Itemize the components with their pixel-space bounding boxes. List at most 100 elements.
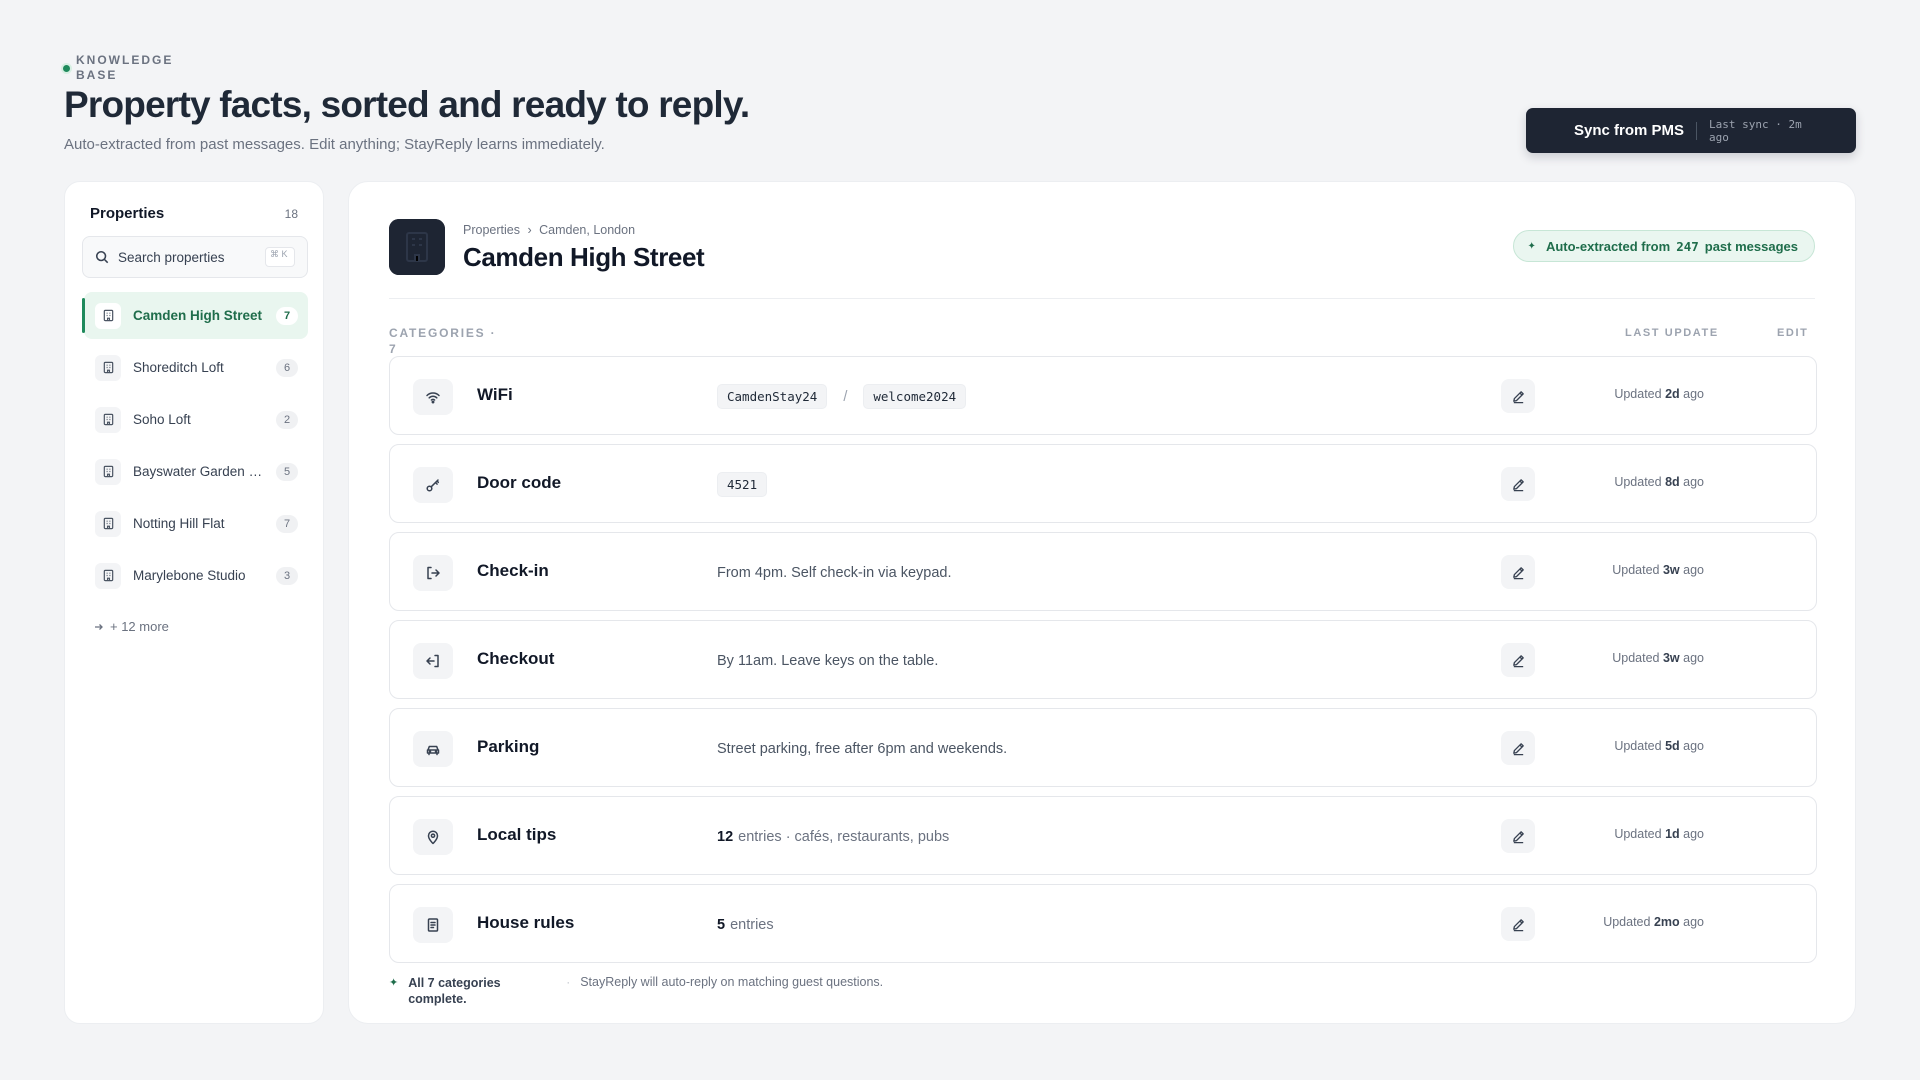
category-name: Check-in bbox=[477, 561, 549, 580]
category-name: Checkout bbox=[477, 649, 555, 668]
door-code-chip[interactable]: 4521 bbox=[717, 472, 768, 497]
property-name: Soho Loft bbox=[133, 412, 191, 427]
category-name: WiFi bbox=[477, 385, 513, 404]
updated-age: 3w bbox=[1662, 563, 1680, 577]
category-value: CamdenStay24 / welcome2024 bbox=[717, 357, 967, 436]
entries-count: 12 bbox=[717, 828, 734, 845]
last-updated: Updated 3w ago bbox=[1612, 651, 1704, 665]
property-title: Camden High Street bbox=[463, 242, 705, 272]
sidebar-item-notting-hill-flat[interactable]: Notting Hill Flat 7 bbox=[84, 500, 308, 547]
property-list: Camden High Street 7 Shoreditch Loft 6 S… bbox=[82, 292, 308, 604]
edit-button[interactable] bbox=[1501, 907, 1535, 941]
pencil-icon bbox=[1512, 566, 1524, 579]
sidebar-item-camden-high-street[interactable]: Camden High Street 7 bbox=[82, 292, 308, 339]
key-icon bbox=[413, 467, 453, 503]
page-subtitle: Auto-extracted from past messages. Edit … bbox=[64, 136, 605, 153]
building-icon bbox=[95, 562, 121, 589]
properties-sidebar: Properties 18 Search properties ⌘ K Camd… bbox=[64, 181, 324, 1024]
updated-age: 2d bbox=[1665, 387, 1680, 401]
property-name: Shoreditch Loft bbox=[133, 360, 224, 375]
updated-age: 1d bbox=[1665, 827, 1680, 841]
last-updated: Updated 8d ago bbox=[1614, 475, 1704, 489]
category-row-door-code[interactable]: Door code 4521 Updated 8d ago bbox=[389, 444, 1817, 523]
categories-heading: CATEGORIES · 7 bbox=[389, 326, 497, 356]
entries-summary: entries · cafés, restaurants, pubs bbox=[738, 828, 950, 845]
building-icon bbox=[95, 510, 121, 537]
property-name: Notting Hill Flat bbox=[133, 516, 225, 531]
sidebar-header: Properties 18 bbox=[90, 205, 298, 222]
show-more-properties-link[interactable]: + 12 more bbox=[94, 619, 169, 634]
sync-from-pms-button[interactable]: Sync from PMS Last sync · 2m ago bbox=[1526, 108, 1856, 153]
search-icon bbox=[95, 250, 109, 264]
log-in-icon bbox=[413, 555, 453, 591]
edit-button[interactable] bbox=[1501, 467, 1535, 501]
sidebar-item-shoreditch-loft[interactable]: Shoreditch Loft 6 bbox=[84, 344, 308, 391]
category-value: From 4pm. Self check-in via keypad. bbox=[717, 564, 952, 581]
building-icon bbox=[95, 354, 121, 381]
category-value: Street parking, free after 6pm and weeke… bbox=[717, 740, 1008, 757]
pencil-icon bbox=[1512, 830, 1524, 843]
wifi-icon bbox=[413, 379, 453, 415]
separator: / bbox=[843, 388, 848, 405]
search-placeholder: Search properties bbox=[118, 249, 225, 265]
breadcrumb-separator: › bbox=[527, 223, 532, 237]
pencil-icon bbox=[1512, 742, 1524, 755]
category-value: 5 entries bbox=[717, 885, 774, 964]
building-icon bbox=[95, 302, 121, 329]
wifi-network-chip[interactable]: CamdenStay24 bbox=[717, 384, 828, 409]
search-input[interactable]: Search properties ⌘ K bbox=[82, 236, 308, 278]
last-sync-text: Last sync · 2m ago bbox=[1709, 117, 1802, 144]
edit-button[interactable] bbox=[1501, 555, 1535, 589]
edit-button[interactable] bbox=[1501, 643, 1535, 677]
category-row-parking[interactable]: Parking Street parking, free after 6pm a… bbox=[389, 708, 1817, 787]
edit-button[interactable] bbox=[1501, 379, 1535, 413]
log-out-icon bbox=[413, 643, 453, 679]
updated-age: 2mo bbox=[1653, 915, 1680, 929]
breadcrumb-leaf: Camden, London bbox=[539, 223, 636, 237]
property-count-badge: 2 bbox=[276, 410, 298, 429]
breadcrumb-root[interactable]: Properties bbox=[463, 223, 520, 237]
category-name: House rules bbox=[477, 913, 575, 932]
category-row-checkout[interactable]: Checkout By 11am. Leave keys on the tabl… bbox=[389, 620, 1817, 699]
sidebar-item-marylebone-studio[interactable]: Marylebone Studio 3 bbox=[84, 552, 308, 599]
sidebar-title: Properties bbox=[90, 205, 165, 222]
updated-age: 3w bbox=[1662, 651, 1680, 665]
property-name: Bayswater Garden Flat bbox=[133, 464, 268, 479]
entries-count: 5 bbox=[717, 916, 726, 933]
property-avatar bbox=[389, 219, 445, 275]
property-detail-panel: Properties › Camden, London Camden High … bbox=[348, 181, 1856, 1024]
pencil-icon bbox=[1512, 654, 1524, 667]
completion-footer: ✦ All 7 categories complete. · StayReply… bbox=[389, 975, 883, 1007]
pencil-icon bbox=[1512, 390, 1524, 403]
category-value: 12 entries · cafés, restaurants, pubs bbox=[717, 797, 949, 876]
divider bbox=[389, 298, 1815, 299]
search-shortcut-hint: ⌘ K bbox=[265, 247, 295, 267]
pencil-icon bbox=[1512, 478, 1524, 491]
eyebrow: KNOWLEDGE BASE bbox=[63, 53, 176, 83]
breadcrumb: Properties › Camden, London bbox=[463, 223, 635, 237]
column-header-edit: EDIT bbox=[1777, 327, 1809, 339]
map-pin-icon bbox=[413, 819, 453, 855]
edit-button[interactable] bbox=[1501, 731, 1535, 765]
category-row-check-in[interactable]: Check-in From 4pm. Self check-in via key… bbox=[389, 532, 1817, 611]
last-updated: Updated 5d ago bbox=[1614, 739, 1704, 753]
category-row-wifi[interactable]: WiFi CamdenStay24 / welcome2024 Updated … bbox=[389, 356, 1817, 435]
entries-summary: entries bbox=[730, 916, 774, 933]
wifi-password-chip[interactable]: welcome2024 bbox=[863, 384, 967, 409]
updated-age: 5d bbox=[1665, 739, 1680, 753]
categories-list: WiFi CamdenStay24 / welcome2024 Updated … bbox=[389, 356, 1817, 972]
category-row-local-tips[interactable]: Local tips 12 entries · cafés, restauran… bbox=[389, 796, 1817, 875]
status-dot bbox=[63, 65, 70, 72]
eyebrow-label: KNOWLEDGE BASE bbox=[76, 53, 174, 82]
category-row-house-rules[interactable]: House rules 5 entries Updated 2mo ago bbox=[389, 884, 1817, 963]
page-title: Property facts, sorted and ready to repl… bbox=[64, 84, 750, 125]
separator: · bbox=[566, 975, 571, 989]
sidebar-item-soho-loft[interactable]: Soho Loft 2 bbox=[84, 396, 308, 443]
property-count-badge: 7 bbox=[276, 306, 298, 325]
document-icon bbox=[413, 907, 453, 943]
building-icon bbox=[95, 458, 121, 485]
edit-button[interactable] bbox=[1501, 819, 1535, 853]
auto-reply-note: StayReply will auto-reply on matching gu… bbox=[580, 975, 884, 989]
sidebar-item-bayswater-garden[interactable]: Bayswater Garden Flat 5 bbox=[84, 448, 308, 495]
property-count-badge: 5 bbox=[276, 462, 298, 481]
